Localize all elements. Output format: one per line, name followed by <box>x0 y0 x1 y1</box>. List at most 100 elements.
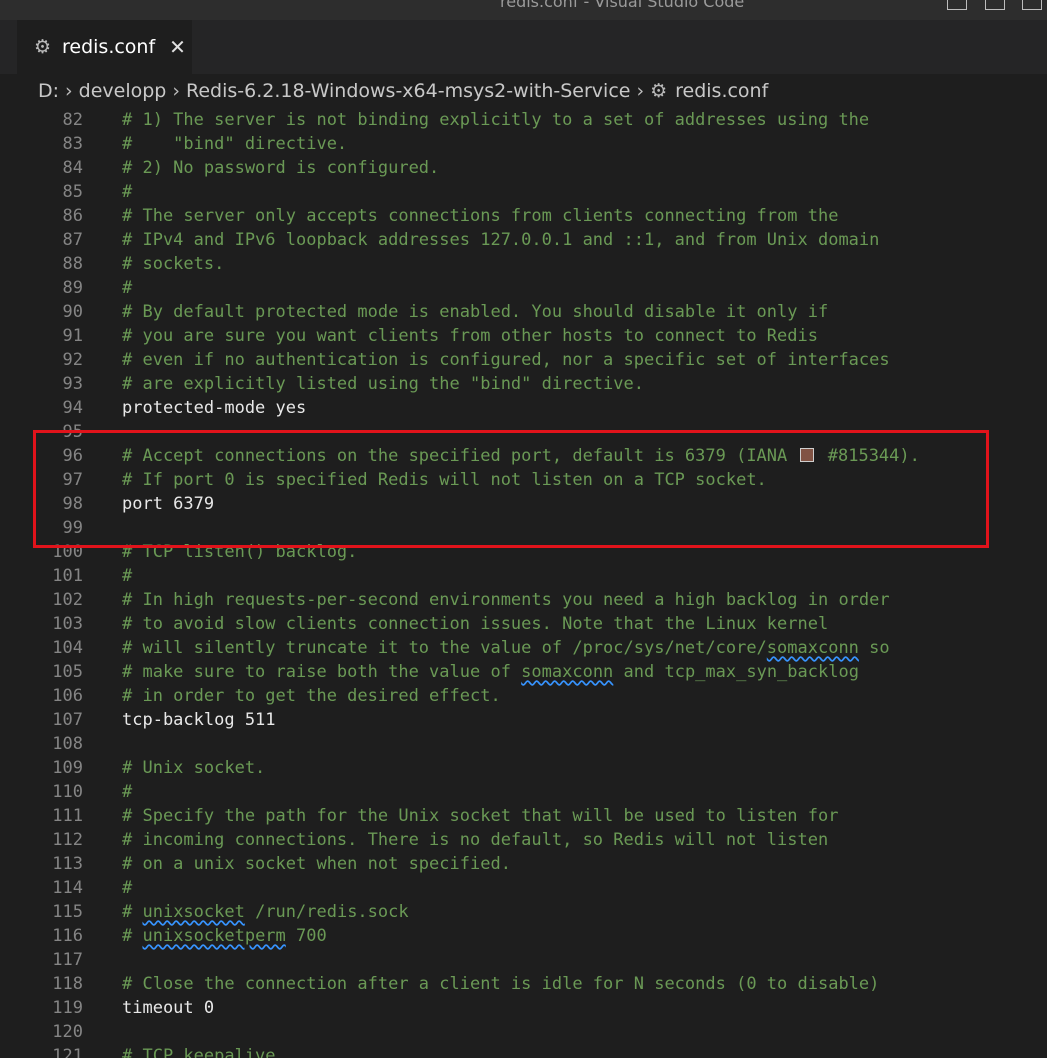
code-line[interactable]: 90 # By default protected mode is enabled… <box>0 300 1047 324</box>
comment-text: # make sure to raise both the value of s… <box>122 662 859 682</box>
line-number: 100 <box>52 542 83 562</box>
comment-text: # incoming connections. There is no defa… <box>122 830 829 850</box>
code-line[interactable]: 115 # unixsocket /run/redis.sock <box>0 900 1047 924</box>
tab-label: redis.conf <box>62 36 156 58</box>
line-number: 96 <box>62 446 83 466</box>
breadcrumb: D: › developp › Redis-6.2.18-Windows-x64… <box>0 74 1047 108</box>
code-editor[interactable]: 82 # 1) The server is not binding explici… <box>0 108 1047 1058</box>
line-number: 98 <box>62 494 83 514</box>
code-line[interactable]: 100 # TCP listen() backlog. <box>0 540 1047 564</box>
line-number: 97 <box>62 470 83 490</box>
close-icon[interactable]: ✕ <box>169 35 186 59</box>
code-line[interactable]: 86 # The server only accepts connections … <box>0 204 1047 228</box>
comment-text: # will silently truncate it to the value… <box>122 638 890 658</box>
code-line[interactable]: 101 # <box>0 564 1047 588</box>
code-line[interactable]: 103 # to avoid slow clients connection is… <box>0 612 1047 636</box>
breadcrumb-folder-developp[interactable]: developp <box>79 80 167 102</box>
breadcrumb-folder-redis[interactable]: Redis-6.2.18-Windows-x64-msys2-with-Serv… <box>186 80 630 102</box>
spell-check-warning[interactable]: unixsocketperm <box>142 926 285 946</box>
code-line[interactable]: 87 # IPv4 and IPv6 loopback addresses 127… <box>0 228 1047 252</box>
comment-text: # <box>122 878 133 898</box>
comment-text: # By default protected mode is enabled. … <box>122 302 829 322</box>
code-line[interactable]: 93 # are explicitly listed using the "bin… <box>0 372 1047 396</box>
spell-check-warning[interactable]: unixsocket <box>142 902 244 922</box>
code-line[interactable]: 85 # <box>0 180 1047 204</box>
line-number: 92 <box>62 350 83 370</box>
comment-text: # Accept connections on the specified po… <box>122 446 920 466</box>
breadcrumb-drive[interactable]: D: <box>38 80 59 102</box>
line-number: 113 <box>52 854 83 874</box>
layout-toggle-icon[interactable] <box>947 0 967 10</box>
comment-text: # are explicitly listed using the "bind"… <box>122 374 644 394</box>
tab-redis-conf[interactable]: ⚙ redis.conf ✕ <box>17 20 192 74</box>
code-line[interactable]: 102 # In high requests-per-second environ… <box>0 588 1047 612</box>
code-line[interactable]: 120 <box>0 1020 1047 1044</box>
code-line[interactable]: 108 <box>0 732 1047 756</box>
comment-text: # <box>122 566 133 586</box>
line-number: 82 <box>62 110 83 130</box>
code-line[interactable]: 109 # Unix socket. <box>0 756 1047 780</box>
comment-text: # If port 0 is specified Redis will not … <box>122 470 767 490</box>
spell-check-warning[interactable]: somaxconn <box>521 662 613 682</box>
line-number: 121 <box>52 1046 83 1058</box>
code-line[interactable]: 96 # Accept connections on the specified … <box>0 444 1047 468</box>
line-number: 103 <box>52 614 83 634</box>
spell-check-warning[interactable]: somaxconn <box>767 638 859 658</box>
code-line[interactable]: 82 # 1) The server is not binding explici… <box>0 108 1047 132</box>
line-number: 102 <box>52 590 83 610</box>
breadcrumb-file[interactable]: redis.conf <box>675 80 768 102</box>
line-number: 111 <box>52 806 83 826</box>
code-line[interactable]: 99 <box>0 516 1047 540</box>
line-number: 90 <box>62 302 83 322</box>
code-line[interactable]: 89 # <box>0 276 1047 300</box>
line-number: 83 <box>62 134 83 154</box>
code-line[interactable]: 83 # "bind" directive. <box>0 132 1047 156</box>
code-line[interactable]: 106 # in order to get the desired effect. <box>0 684 1047 708</box>
config-directive: tcp-backlog 511 <box>122 710 276 730</box>
code-line[interactable]: 118 # Close the connection after a client… <box>0 972 1047 996</box>
code-line[interactable]: 104 # will silently truncate it to the va… <box>0 636 1047 660</box>
title-bar: redis.conf - Visual Studio Code <box>0 0 1047 20</box>
comment-text: # Unix socket. <box>122 758 266 778</box>
comment-text: # sockets. <box>122 254 225 274</box>
code-line[interactable]: 105 # make sure to raise both the value o… <box>0 660 1047 684</box>
comment-text: # IPv4 and IPv6 loopback addresses 127.0… <box>122 230 880 250</box>
comment-text: # <box>122 782 133 802</box>
config-directive: protected-mode yes <box>122 398 307 418</box>
line-number: 99 <box>62 518 83 538</box>
code-line[interactable]: 98 port 6379 <box>0 492 1047 516</box>
line-number: 119 <box>52 998 83 1018</box>
comment-text: # Close the connection after a client is… <box>122 974 880 994</box>
code-line[interactable]: 84 # 2) No password is configured. <box>0 156 1047 180</box>
code-line[interactable]: 113 # on a unix socket when not specified… <box>0 852 1047 876</box>
code-line[interactable]: 107 tcp-backlog 511 <box>0 708 1047 732</box>
code-line[interactable]: 91 # you are sure you want clients from o… <box>0 324 1047 348</box>
split-editor-icon[interactable] <box>985 0 1005 10</box>
comment-text: # TCP keepalive. <box>122 1046 286 1058</box>
code-line[interactable]: 110 # <box>0 780 1047 804</box>
comment-text: # unixsocket /run/redis.sock <box>122 902 409 922</box>
code-line[interactable]: 117 <box>0 948 1047 972</box>
code-line[interactable]: 116 # unixsocketperm 700 <box>0 924 1047 948</box>
comment-text: # on a unix socket when not specified. <box>122 854 511 874</box>
line-number: 94 <box>62 398 83 418</box>
code-line[interactable]: 95 <box>0 420 1047 444</box>
code-line[interactable]: 97 # If port 0 is specified Redis will no… <box>0 468 1047 492</box>
gear-icon: ⚙ <box>34 36 52 58</box>
code-line[interactable]: 111 # Specify the path for the Unix socke… <box>0 804 1047 828</box>
code-line[interactable]: 94 protected-mode yes <box>0 396 1047 420</box>
color-swatch[interactable] <box>799 448 814 462</box>
code-line[interactable]: 112 # incoming connections. There is no d… <box>0 828 1047 852</box>
code-line[interactable]: 114 # <box>0 876 1047 900</box>
comment-text: # In high requests-per-second environmen… <box>122 590 890 610</box>
comment-text: # you are sure you want clients from oth… <box>122 326 818 346</box>
comment-text: # <box>122 182 133 202</box>
line-number: 108 <box>52 734 83 754</box>
code-line[interactable]: 121 # TCP keepalive. <box>0 1044 1047 1058</box>
code-line[interactable]: 92 # even if no authentication is configu… <box>0 348 1047 372</box>
line-number: 101 <box>52 566 83 586</box>
code-line[interactable]: 88 # sockets. <box>0 252 1047 276</box>
code-line[interactable]: 119 timeout 0 <box>0 996 1047 1020</box>
panel-toggle-icon[interactable] <box>1022 0 1042 10</box>
window-title: redis.conf - Visual Studio Code <box>500 0 745 11</box>
